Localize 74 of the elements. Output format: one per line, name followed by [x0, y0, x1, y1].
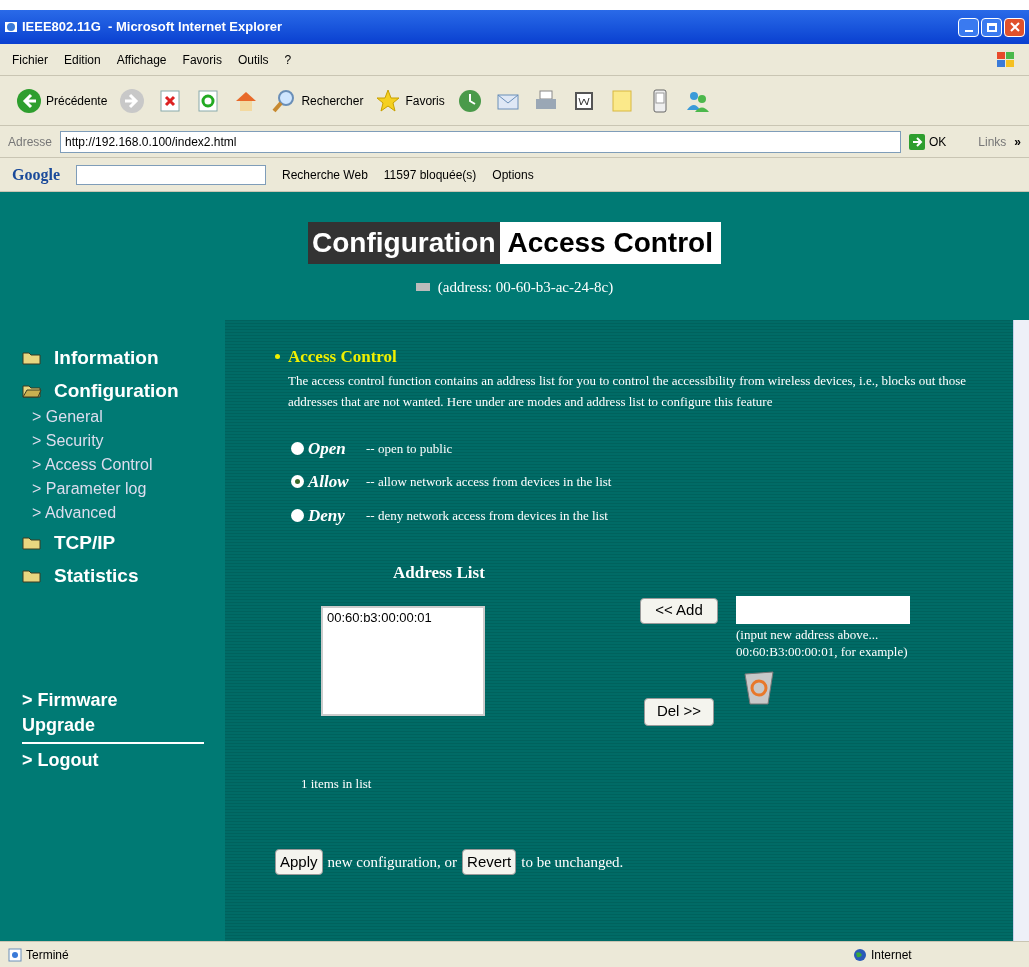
- globe-icon: [853, 947, 867, 962]
- toolbar-button[interactable]: Rechercher: [271, 87, 364, 114]
- close-button[interactable]: [1004, 17, 1025, 37]
- popup-blocker-button[interactable]: 11597 bloquée(s): [383, 165, 477, 184]
- list-title: Address List: [393, 562, 486, 584]
- google-search-field[interactable]: [76, 164, 266, 185]
- radio-button[interactable]: [291, 441, 304, 455]
- web-search-button[interactable]: Recherche Web: [282, 165, 368, 184]
- list-item[interactable]: 00:60:b3:00:00:01: [327, 607, 479, 627]
- go-button[interactable]: OK: [908, 132, 947, 151]
- clock-icon: [456, 87, 483, 114]
- menu-item[interactable]: Fichier: [12, 50, 48, 69]
- nav-link[interactable]: > Firmware Upgrade: [22, 684, 204, 744]
- star-icon: [375, 87, 402, 114]
- mode-label: Open: [308, 437, 347, 460]
- browser-icon: [4, 20, 18, 34]
- address-label: Adresse: [8, 133, 53, 151]
- apply-button[interactable]: Apply: [275, 849, 323, 875]
- input-hint: (input new address above... 00:60:B3:00:00:01, for example): [736, 625, 909, 660]
- radio-button[interactable]: [291, 475, 304, 489]
- footer-text: new configuration, or: [327, 852, 458, 872]
- nav-subitem[interactable]: > Security: [22, 429, 225, 453]
- minimize-button[interactable]: [958, 17, 979, 37]
- links-label[interactable]: Links: [978, 132, 1007, 151]
- toolbar-button[interactable]: Précédente: [16, 87, 108, 114]
- section-title: Access Control: [288, 346, 397, 368]
- nav-item[interactable]: Information: [54, 344, 159, 373]
- address-field[interactable]: http://192.168.0.100/index2.html: [60, 130, 901, 153]
- menu-item[interactable]: Edition: [64, 50, 101, 69]
- menu-item[interactable]: Favoris: [182, 50, 222, 69]
- menu-item[interactable]: ?: [284, 50, 292, 69]
- delete-button[interactable]: Del >>: [644, 697, 714, 726]
- menu-item[interactable]: Outils: [237, 50, 269, 69]
- nav-item[interactable]: Statistics: [54, 561, 139, 590]
- mode-label: Allow: [308, 471, 350, 493]
- options-button[interactable]: Options: [492, 165, 534, 184]
- radio-button[interactable]: [291, 508, 304, 522]
- page-subtitle: Access Control: [499, 221, 721, 264]
- device-icon: [415, 283, 430, 291]
- nav-subitem[interactable]: > Advanced: [22, 501, 225, 525]
- mode-description: -- allow network access from devices in the list: [366, 473, 612, 491]
- mode-description: -- open to public: [366, 439, 453, 458]
- forward-icon: [119, 87, 146, 114]
- menu-item[interactable]: Affichage: [116, 50, 167, 69]
- nav-link[interactable]: > Logout: [22, 744, 204, 777]
- mode-description: -- deny network access from devices in the list: [366, 506, 608, 525]
- nav-subitem[interactable]: > General: [22, 405, 225, 429]
- windows-logo-icon: [995, 49, 1017, 70]
- close-icon: [1009, 22, 1020, 32]
- footer-text: to be unchanged.: [521, 852, 624, 872]
- zone-label: Internet: [871, 946, 913, 964]
- status-text: Terminé: [26, 946, 69, 964]
- nav-item[interactable]: TCP/IP: [54, 529, 116, 558]
- nav-item[interactable]: Configuration: [54, 376, 179, 405]
- address-listbox[interactable]: 00:60:b3:00:00:01: [321, 605, 485, 716]
- item-count: 1 items in list: [301, 774, 373, 793]
- page-title: Configuration: [308, 221, 500, 264]
- section-description: The access control function contains an address list for you to control the accessibility from wireless devices, i.e., blocks out those addresses that are not wanted. Here under are modes and address list to configure this feature: [287, 371, 967, 411]
- mode-label: Deny: [308, 504, 346, 527]
- address-input[interactable]: [736, 595, 910, 624]
- maximize-button[interactable]: [981, 17, 1002, 37]
- revert-button[interactable]: Revert: [462, 849, 517, 875]
- more-chevron[interactable]: »: [1014, 132, 1021, 151]
- scrollbar[interactable]: [1013, 320, 1029, 941]
- nav-subitem[interactable]: > Parameter log: [22, 477, 225, 501]
- device-address: (address: 00-60-b3-ac-24-8c): [437, 277, 614, 297]
- toolbar-button[interactable]: Favoris: [375, 87, 445, 114]
- nav-subitem[interactable]: > Access Control: [22, 453, 225, 477]
- google-logo[interactable]: Google: [12, 162, 60, 187]
- back-icon: [16, 87, 42, 114]
- toolbar-button[interactable]: [456, 87, 483, 114]
- window-title: IEEE802.11G - Microsoft Internet Explorer: [22, 18, 283, 37]
- add-button[interactable]: << Add: [640, 597, 718, 624]
- page-icon: [8, 947, 22, 962]
